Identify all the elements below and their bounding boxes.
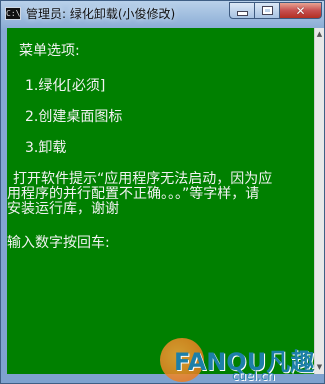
runtime-notice-line-1: 打开软件提示“应用程序无法启动，因为应: [13, 171, 273, 187]
minimize-icon: [236, 11, 248, 16]
watermark-domain: cuel.cn: [232, 369, 275, 383]
scroll-up-icon[interactable]: ▲: [316, 29, 323, 39]
vertical-scrollbar[interactable]: ▲ ▼: [314, 28, 324, 374]
close-button[interactable]: ✕: [279, 2, 322, 19]
runtime-notice-line-3: 安装运行库，谢谢: [7, 201, 119, 217]
console-output[interactable]: 菜单选项: 1.绿化[必须] 2.创建桌面图标 3.卸载 打开软件提示“应用程序…: [7, 28, 314, 374]
menu-option-1: 1.绿化[必须]: [25, 78, 106, 94]
menu-option-2: 2.创建桌面图标: [25, 109, 123, 125]
title-bar[interactable]: C:\ 管理员: 绿化卸载(小俊修改) ✕: [1, 1, 324, 27]
close-icon: ✕: [295, 3, 306, 18]
console-app-icon[interactable]: C:\: [5, 7, 21, 20]
minimize-button[interactable]: [229, 2, 255, 19]
site-watermark: FANQU凡趣 cuel.cn: [160, 332, 325, 384]
input-prompt: 输入数字按回车:: [7, 235, 110, 251]
maximize-icon: [261, 6, 273, 15]
window-title: 管理员: 绿化卸载(小俊修改): [26, 7, 176, 21]
menu-option-3: 3.卸载: [25, 140, 67, 156]
console-window: C:\ 管理员: 绿化卸载(小俊修改) ✕ 菜单选项: 1.绿化[必须] 2.创…: [0, 0, 325, 384]
maximize-button[interactable]: [254, 2, 280, 19]
runtime-notice-line-2: 用程序的并行配置不正确。。。”等字样，请: [7, 186, 260, 202]
menu-heading: 菜单选项:: [19, 43, 80, 59]
